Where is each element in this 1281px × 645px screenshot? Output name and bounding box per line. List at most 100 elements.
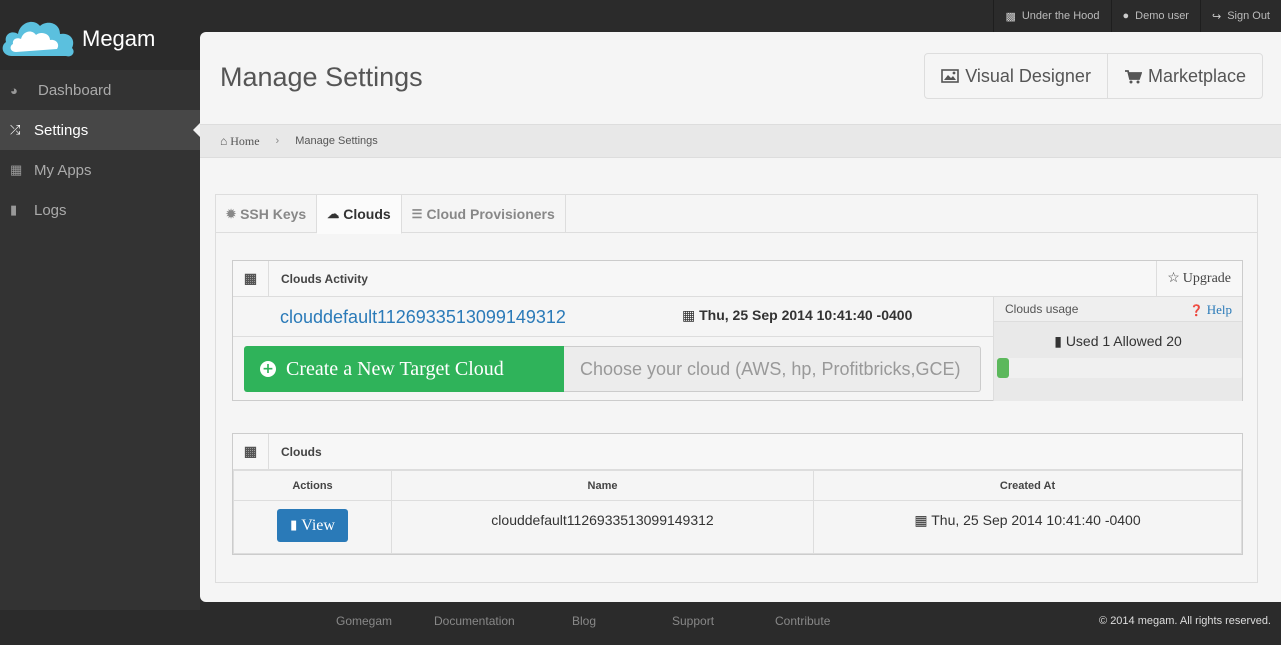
clouds-title: Clouds <box>281 444 322 459</box>
column-header: Actions <box>233 470 392 501</box>
user-icon: ● <box>1122 10 1130 22</box>
page-title: Manage Settings <box>220 62 423 92</box>
file-icon: ▮ <box>290 518 298 533</box>
grid-icon: ▦ <box>233 433 269 470</box>
logo[interactable]: Megam <box>0 10 200 60</box>
breadcrumb-home[interactable]: ⌂ Home <box>220 134 260 149</box>
created-at-text: Thu, 25 Sep 2014 10:41:40 -0400 <box>931 512 1141 528</box>
tab-label: Clouds <box>343 206 391 222</box>
usage-progress-bar <box>997 358 1242 378</box>
demo-user-link[interactable]: ● Demo user <box>1110 0 1200 32</box>
sidebar-item-label: Logs <box>34 201 67 219</box>
sidebar-item-my-apps[interactable]: ▦ My Apps <box>0 150 200 190</box>
sign-out-link[interactable]: ↪ Sign Out <box>1199 0 1281 32</box>
sidebar-item-dashboard[interactable]: ◕ Dashboard <box>0 70 200 110</box>
clouds-activity-title: Clouds Activity <box>281 271 368 286</box>
grid-icon: ▦ <box>10 162 23 177</box>
under-the-hood-link[interactable]: ▩ Under the Hood <box>993 0 1110 32</box>
tab-cloud-provisioners[interactable]: ☰ Cloud Provisioners <box>402 195 566 232</box>
created-at-cell: ▦ Thu, 25 Sep 2014 10:41:40 -0400 <box>813 500 1242 554</box>
column-header: Created At <box>813 470 1242 501</box>
sidebar-item-label: Dashboard <box>38 81 112 99</box>
demo-user-label: Demo user <box>1135 10 1189 22</box>
list-icon: ☰ <box>411 206 423 221</box>
breadcrumb-current: Manage Settings <box>295 135 378 147</box>
tab-label: SSH Keys <box>240 205 307 222</box>
footer-link-documentation[interactable]: Documentation <box>434 614 515 628</box>
create-target-cloud-button[interactable]: + Create a New Target Cloud <box>244 346 564 392</box>
footer: Gomegam Documentation Blog Support Contr… <box>0 602 1281 645</box>
header-button-group: Visual Designer Marketplace <box>924 53 1263 99</box>
tab-ssh-keys[interactable]: ✹ SSH Keys <box>216 195 318 232</box>
help-link[interactable]: ❓ Help <box>1190 302 1232 318</box>
top-nav: ▩ Under the Hood ● Demo user ↪ Sign Out <box>993 0 1281 32</box>
app-name: Megam <box>82 26 156 51</box>
footer-link-blog[interactable]: Blog <box>572 614 596 628</box>
cloud-name-link[interactable]: clouddefault1126933513099149312 <box>280 307 566 328</box>
tab-clouds[interactable]: ☁ Clouds <box>317 195 402 234</box>
book-icon: ▮ <box>1054 333 1062 349</box>
sidebar: ◕ Dashboard ⤮ Settings ▦ My Apps ▮ Logs <box>0 70 201 610</box>
create-target-cloud-label: Create a New Target Cloud <box>286 357 504 380</box>
help-label: Help <box>1206 302 1232 317</box>
chevron-right-icon: › <box>275 135 280 147</box>
picture-icon <box>941 69 960 83</box>
choose-cloud-input[interactable] <box>564 346 981 392</box>
settings-tabs: ✹ SSH Keys ☁ Clouds ☰ Cloud Provisioners <box>216 195 1257 234</box>
usage-text: ▮ Used 1 Allowed 20 <box>994 322 1242 350</box>
clouds-table: Actions Name Created At ▮ View clouddefa… <box>233 470 1242 554</box>
sidebar-item-settings[interactable]: ⤮ Settings <box>0 110 201 150</box>
create-cloud-group: + Create a New Target Cloud <box>244 346 981 392</box>
table-row: ▮ View clouddefault1126933513099149312 ▦… <box>233 500 1242 554</box>
calendar-icon: ▦ <box>914 512 928 528</box>
name-cell: clouddefault1126933513099149312 <box>391 500 814 554</box>
breadcrumb: ⌂ Home › Manage Settings <box>200 124 1281 158</box>
grid-icon: ▦ <box>233 260 269 297</box>
usage-count: Used 1 Allowed 20 <box>1065 333 1182 349</box>
sidebar-item-label: My Apps <box>34 161 92 179</box>
clouds-usage-panel: Clouds usage ❓ Help ▮ Used 1 Allowed 20 <box>993 297 1242 401</box>
column-header: Name <box>391 470 814 501</box>
puzzle-icon: ▩ <box>1005 10 1016 23</box>
sidebar-item-logs[interactable]: ▮ Logs <box>0 190 200 230</box>
main-content: Manage Settings Visual Designer Marketpl… <box>200 32 1281 602</box>
view-button[interactable]: ▮ View <box>277 509 348 542</box>
clouds-activity-header: ▦ Clouds Activity ☆ Upgrade <box>233 260 1242 297</box>
cloud-date: ▦ Thu, 25 Sep 2014 10:41:40 -0400 <box>682 307 912 324</box>
sidebar-item-label: Settings <box>34 121 89 139</box>
clouds-usage-header: Clouds usage ❓ Help <box>994 297 1242 322</box>
table-header-row: Actions Name Created At <box>233 470 1242 501</box>
cloud-icon: ☁ <box>327 207 340 221</box>
marketplace-button[interactable]: Marketplace <box>1106 54 1262 98</box>
clouds-box: ▦ Clouds Actions Name Created At ▮ View … <box>232 433 1243 555</box>
home-icon: ⌂ <box>220 133 228 148</box>
clouds-header: ▦ Clouds <box>233 433 1242 470</box>
shopping-cart-icon <box>1124 69 1142 83</box>
usage-progress-fill <box>997 358 1010 378</box>
actions-cell: ▮ View <box>233 500 392 554</box>
sign-out-icon: ↪ <box>1211 10 1222 23</box>
star-icon: ☆ <box>1167 271 1180 286</box>
footer-link-contribute[interactable]: Contribute <box>775 614 830 628</box>
breadcrumb-home-label: Home <box>230 133 260 148</box>
under-the-hood-label: Under the Hood <box>1021 10 1100 22</box>
visual-designer-button[interactable]: Visual Designer <box>925 54 1107 98</box>
upgrade-button[interactable]: ☆ Upgrade <box>1156 261 1242 296</box>
footer-link-support[interactable]: Support <box>672 614 714 628</box>
marketplace-label: Marketplace <box>1147 65 1246 86</box>
dashboard-icon: ◕ <box>10 82 18 98</box>
divider <box>233 336 993 337</box>
cloud-date-text: Thu, 25 Sep 2014 10:41:40 -0400 <box>699 307 913 323</box>
clouds-activity-box: ▦ Clouds Activity ☆ Upgrade clouddefault… <box>232 260 1243 401</box>
plus-circle-icon: + <box>260 361 276 377</box>
calendar-icon: ▦ <box>682 307 696 323</box>
tab-label: Cloud Provisioners <box>426 205 555 222</box>
visual-designer-label: Visual Designer <box>965 65 1091 86</box>
footer-link-gomegam[interactable]: Gomegam <box>336 614 392 628</box>
random-icon: ⤮ <box>10 122 21 137</box>
gear-icon: ✹ <box>226 206 237 221</box>
upgrade-label: Upgrade <box>1182 270 1231 286</box>
clouds-usage-title: Clouds usage <box>1005 302 1079 316</box>
cloud-logo-icon <box>2 21 74 57</box>
video-camera-icon: ▮ <box>10 202 18 217</box>
